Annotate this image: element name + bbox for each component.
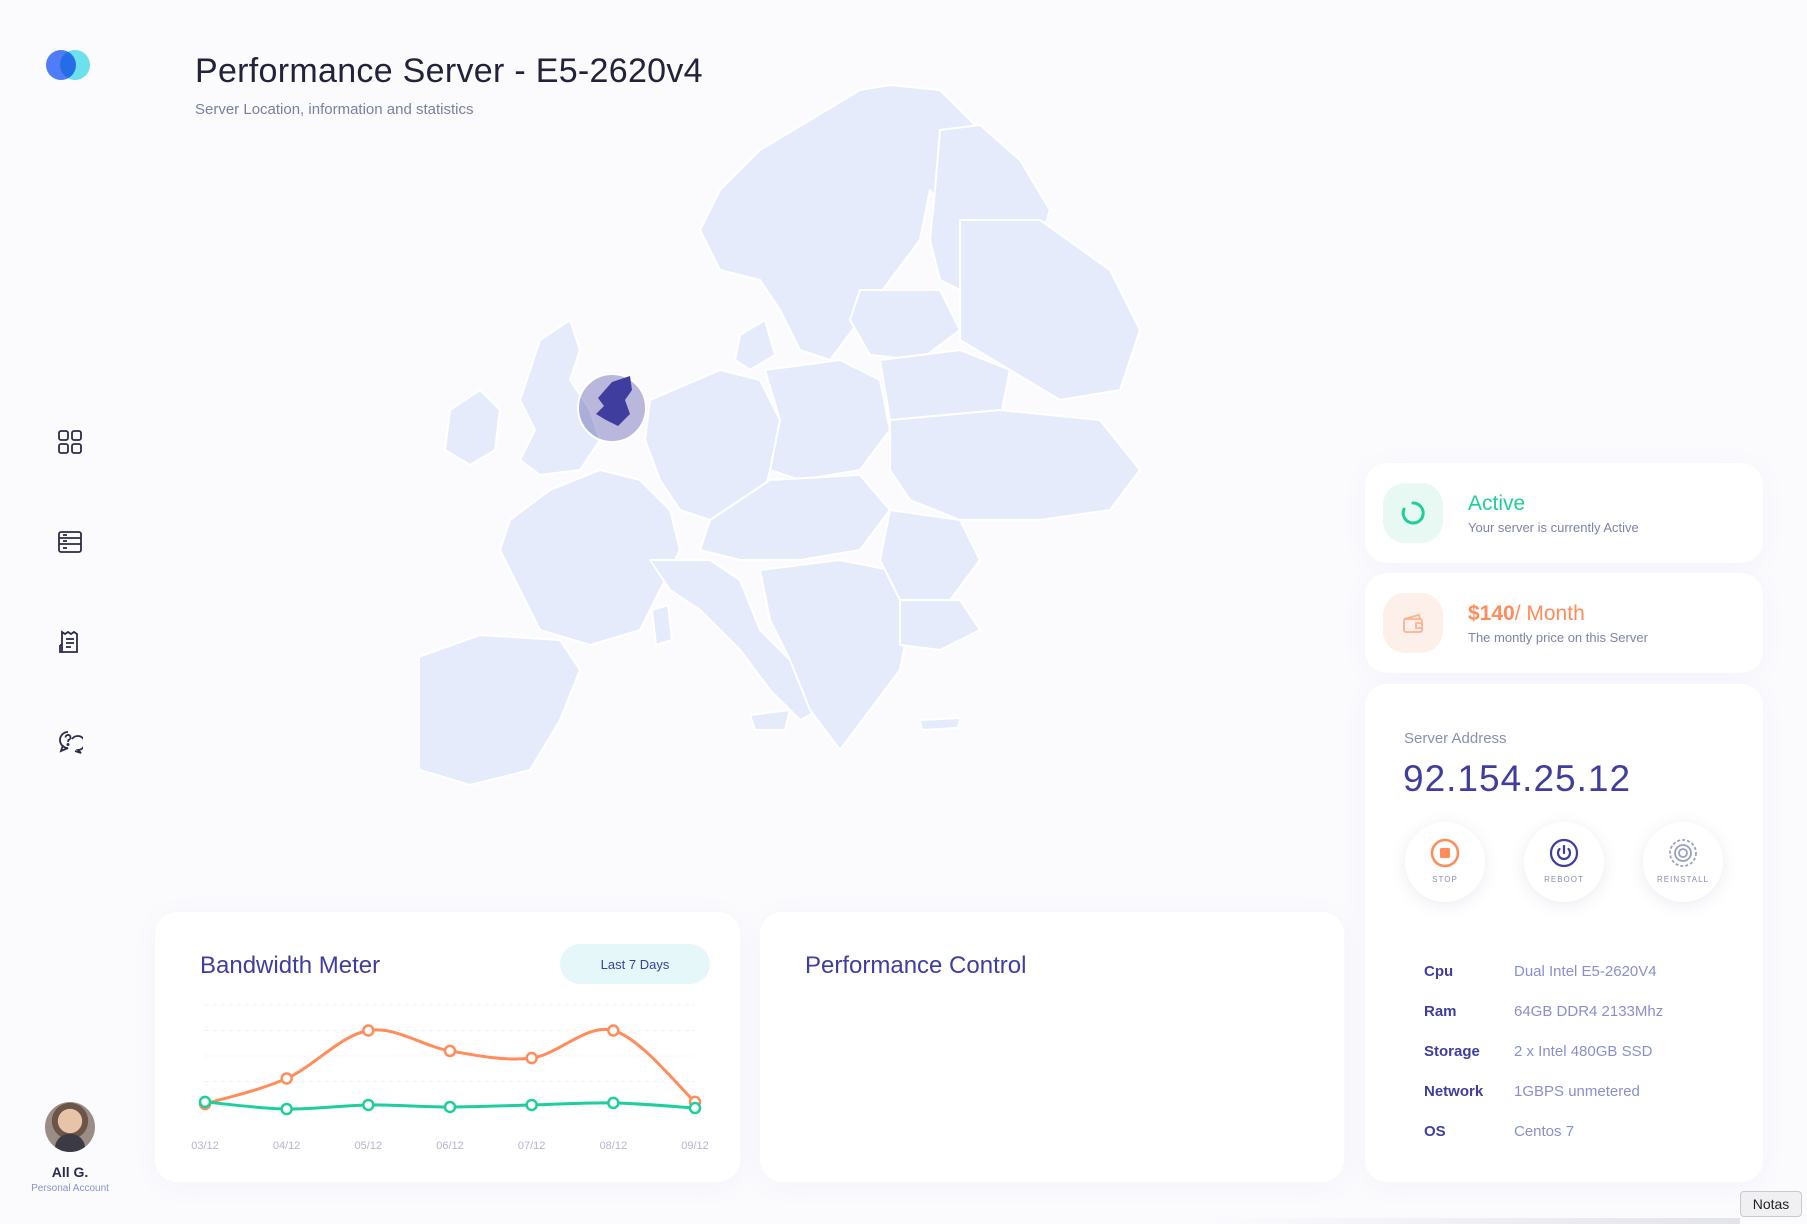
app-logo[interactable] [44, 48, 94, 80]
price-amount: $140 [1468, 602, 1515, 625]
stop-icon [1430, 838, 1460, 868]
spec-value: 2 x Intel 480GB SSD [1514, 1043, 1653, 1060]
support-chat-icon [59, 731, 83, 754]
status-card: Active Your server is currently Active [1365, 463, 1763, 563]
spec-value: Dual Intel E5-2620V4 [1514, 963, 1657, 980]
map-ukraine [889, 409, 1141, 521]
spec-value: 64GB DDR4 2133Mhz [1514, 1003, 1664, 1020]
status-description: Your server is currently Active [1468, 520, 1639, 535]
spec-key: Storage [1424, 1043, 1480, 1060]
nav-support[interactable] [52, 724, 88, 760]
nav-billing[interactable] [52, 624, 88, 660]
wallet-icon [1403, 613, 1423, 633]
spec-value: 1GBPS unmetered [1514, 1083, 1640, 1100]
receipt-icon [59, 630, 78, 653]
reinstall-label: REINSTALL [1657, 875, 1709, 884]
x-tick-label: 09/12 [681, 1140, 709, 1152]
price-icon-bubble [1383, 593, 1443, 653]
notas-button[interactable]: Notas [1740, 1191, 1802, 1217]
data-point-1-1[interactable] [280, 1102, 293, 1116]
spec-key: Cpu [1424, 963, 1454, 980]
data-point-1-3[interactable] [443, 1100, 457, 1114]
data-point-0-1[interactable] [280, 1072, 293, 1085]
data-point-0-4[interactable] [525, 1051, 538, 1065]
bandwidth-chart: 03/12 04/12 05/12 06/12 07/12 08/12 09/12 [191, 1004, 709, 1152]
x-tick-label: 06/12 [436, 1140, 464, 1152]
price-card: $140/ Month The montly price on this Ser… [1365, 573, 1763, 673]
reinstall-button[interactable]: REINSTALL [1643, 822, 1723, 902]
bandwidth-title: Bandwidth Meter [200, 952, 381, 979]
data-point-1-6[interactable] [688, 1101, 702, 1115]
server-icon [58, 531, 82, 553]
stop-button[interactable]: STOP [1405, 822, 1485, 902]
data-point-1-4[interactable] [525, 1098, 538, 1112]
price-title: $140/ Month [1468, 602, 1585, 626]
spec-value: Centos 7 [1514, 1123, 1575, 1140]
map-crete [919, 717, 961, 731]
x-tick-label: 07/12 [518, 1140, 546, 1152]
avatar[interactable] [45, 1102, 95, 1152]
price-period: / Month [1514, 602, 1585, 625]
map-sardinia [651, 604, 673, 646]
status-icon-bubble [1383, 483, 1443, 543]
bottom-bar [1210, 1218, 1740, 1224]
map-baltics [849, 289, 961, 361]
data-point-0-3[interactable] [443, 1044, 457, 1058]
user-role: Personal Account [31, 1183, 109, 1194]
sidebar: All G. Personal Account [0, 0, 140, 1224]
data-point-1-2[interactable] [362, 1098, 375, 1112]
map-poland [764, 359, 891, 481]
map-romania [879, 509, 981, 601]
europe-map [420, 84, 1141, 786]
date-range-button[interactable]: Last 7 Days [560, 944, 710, 984]
data-point-1-5[interactable] [607, 1096, 620, 1110]
user-profile[interactable]: All G. Personal Account [20, 1102, 120, 1194]
map-denmark [734, 319, 776, 371]
stop-label: STOP [1432, 875, 1458, 884]
x-tick-label: 04/12 [273, 1140, 301, 1152]
series-line-0 [204, 1027, 696, 1106]
map-sicily [749, 709, 791, 731]
power-icon [1549, 838, 1579, 868]
data-point-0-5[interactable] [607, 1024, 620, 1037]
spec-key: Ram [1424, 1003, 1457, 1020]
x-tick-label: 05/12 [355, 1140, 383, 1152]
map-iberia [420, 634, 581, 786]
server-address-value: 92.154.25.12 [1403, 758, 1632, 799]
x-tick-label: 03/12 [191, 1140, 219, 1152]
x-tick-label: 08/12 [600, 1140, 628, 1152]
map-bulgaria [899, 599, 981, 651]
loading-spinner-icon [1401, 501, 1425, 525]
nav-dashboard[interactable] [52, 424, 88, 460]
spec-key: Network [1424, 1083, 1484, 1100]
reboot-label: REBOOT [1544, 875, 1584, 884]
nav-servers[interactable] [52, 524, 88, 560]
reinstall-gear-icon [1669, 839, 1697, 867]
performance-card: Performance Control [760, 912, 1344, 1182]
server-address-label: Server Address [1404, 730, 1507, 747]
dashboard-icon [58, 430, 82, 454]
server-address-card: Server Address 92.154.25.12 STOP REBOOT … [1365, 684, 1763, 1182]
map-ireland [444, 389, 501, 466]
data-point-0-2[interactable] [362, 1024, 375, 1037]
bandwidth-card: Bandwidth Meter Last 7 Days 03/12 04/12 05… [155, 912, 740, 1182]
spec-key: OS [1424, 1123, 1446, 1140]
status-title: Active [1468, 492, 1526, 515]
reboot-button[interactable]: REBOOT [1524, 822, 1604, 902]
price-description: The montly price on this Server [1468, 630, 1648, 645]
performance-title: Performance Control [805, 952, 1027, 979]
data-point-1-0[interactable] [198, 1095, 212, 1109]
user-name: All G. [51, 1164, 89, 1180]
